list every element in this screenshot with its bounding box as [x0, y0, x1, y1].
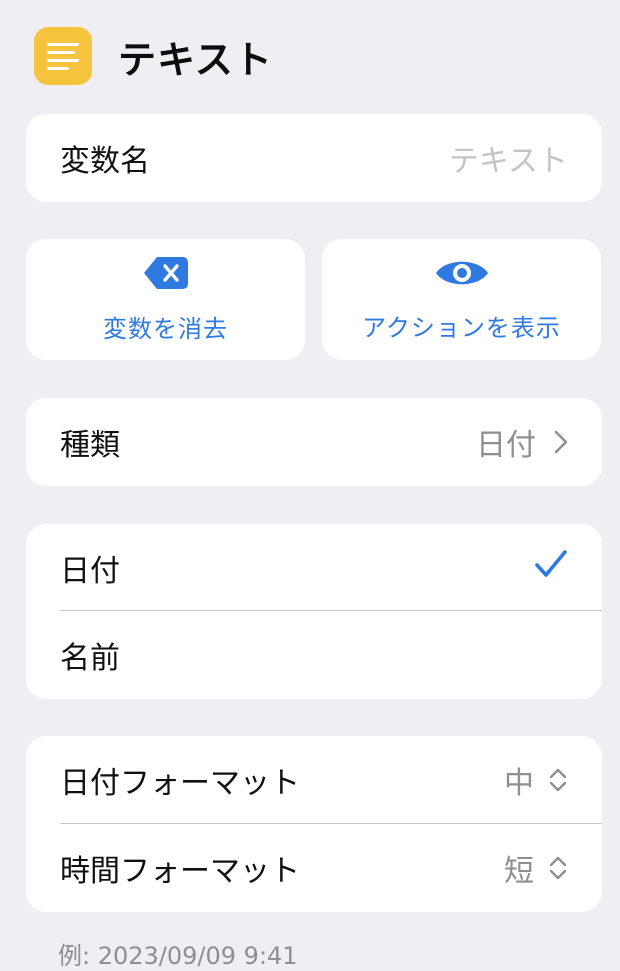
chevron-up-down-icon: [548, 855, 568, 881]
time-format-row[interactable]: 時間フォーマット 短: [26, 824, 602, 912]
type-value: 日付: [476, 428, 536, 463]
variable-name-label: 変数名: [60, 144, 150, 179]
date-format-label: 日付フォーマット: [60, 766, 300, 801]
chevron-up-down-icon: [548, 767, 568, 793]
eye-icon: [434, 256, 490, 294]
option-name-row[interactable]: 名前: [26, 611, 602, 699]
type-options-card: 日付 名前: [26, 524, 602, 699]
clear-variable-label: 変数を消去: [103, 315, 228, 343]
type-row[interactable]: 種類 日付: [26, 398, 602, 486]
date-format-row[interactable]: 日付フォーマット 中: [26, 736, 602, 824]
delete-left-icon: [143, 255, 189, 295]
type-label: 種類: [60, 428, 120, 463]
chevron-right-icon: [554, 430, 568, 454]
time-format-value: 短: [504, 854, 534, 889]
clear-variable-button[interactable]: 変数を消去: [26, 239, 305, 360]
time-format-label: 時間フォーマット: [60, 854, 300, 889]
variable-name-card: 変数名 テキスト: [26, 114, 602, 202]
page-title: テキスト: [118, 37, 273, 82]
variable-name-placeholder[interactable]: テキスト: [449, 136, 568, 180]
variable-name-row[interactable]: 変数名 テキスト: [26, 114, 602, 202]
date-format-value: 中: [504, 766, 534, 801]
format-example: 例: 2023/09/09 9:41: [58, 942, 298, 970]
checkmark-icon: [534, 549, 568, 587]
show-action-label: アクションを表示: [362, 314, 561, 342]
header: テキスト: [34, 26, 273, 86]
show-action-button[interactable]: アクションを表示: [322, 239, 601, 360]
type-card: 種類 日付: [26, 398, 602, 486]
text-lines-icon: [34, 27, 92, 85]
option-date-row[interactable]: 日付: [26, 524, 602, 611]
format-card: 日付フォーマット 中 時間フォーマット 短: [26, 736, 602, 912]
option-name-label: 名前: [60, 641, 120, 676]
option-date-label: 日付: [60, 553, 120, 589]
